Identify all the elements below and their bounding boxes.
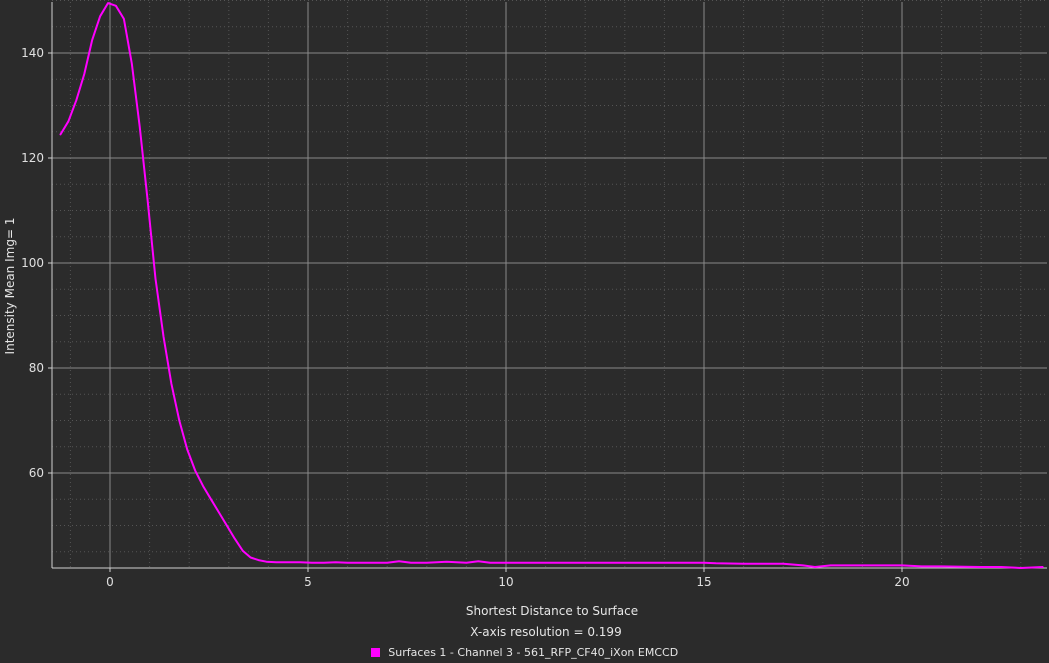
y-axis-title: Intensity Mean Img= 1: [3, 218, 17, 355]
x-tick-label: 5: [304, 575, 312, 589]
legend: Surfaces 1 - Channel 3 - 561_RFP_CF40_iX…: [0, 646, 1049, 659]
x-axis-title: Shortest Distance to Surface: [466, 604, 638, 618]
x-tick-label: 10: [498, 575, 513, 589]
y-tick-label: 100: [21, 256, 44, 270]
x-tick-label: 0: [106, 575, 114, 589]
y-tick-label: 80: [29, 361, 44, 375]
x-axis-resolution-note: X-axis resolution = 0.199: [470, 625, 621, 639]
y-tick-label: 120: [21, 151, 44, 165]
legend-swatch: [370, 648, 380, 657]
y-tick-label: 140: [21, 46, 44, 60]
x-tick-label: 20: [894, 575, 909, 589]
y-tick-label: 60: [29, 466, 44, 480]
x-tick-label: 15: [696, 575, 711, 589]
legend-series-name: Surfaces 1 - Channel 3 - 561_RFP_CF40_iX…: [388, 646, 679, 659]
intensity-line-chart: 0 5 10 15 20 60 80 100 120 140 Shortest Distance …: [0, 0, 1049, 663]
